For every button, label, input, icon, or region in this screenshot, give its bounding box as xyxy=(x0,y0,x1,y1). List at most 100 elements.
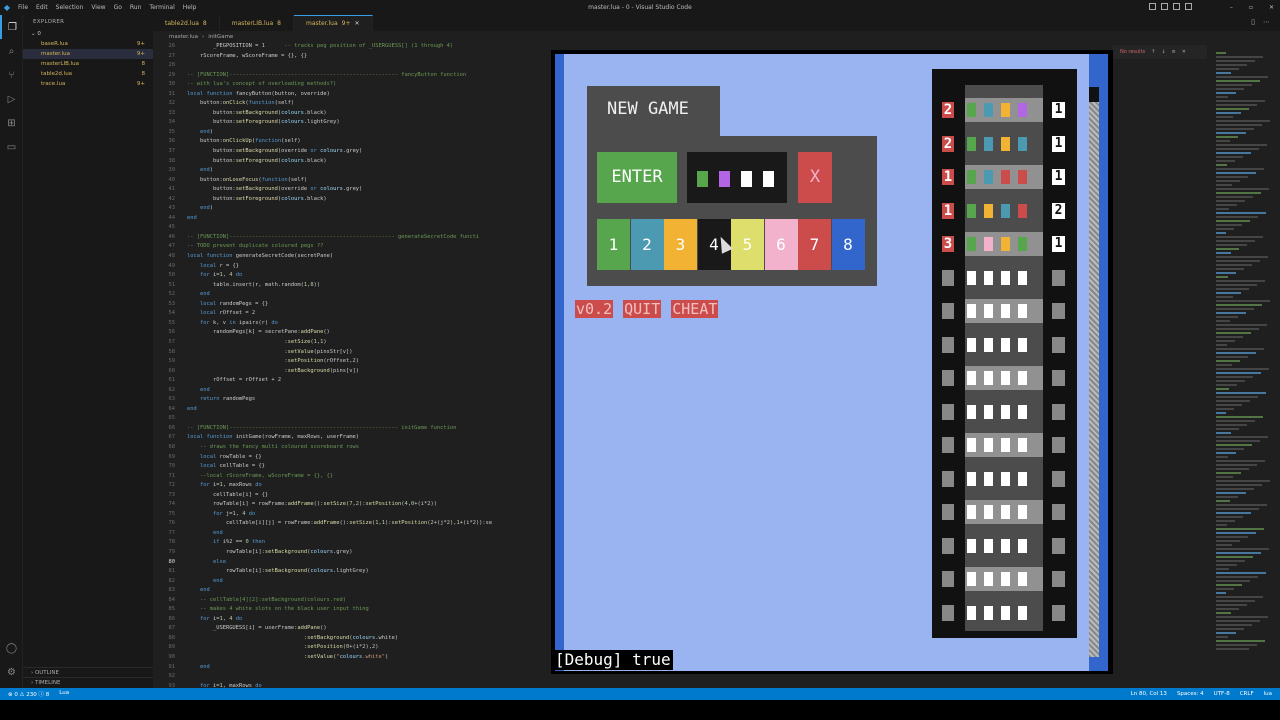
next-match-icon[interactable]: ↓ xyxy=(1161,49,1165,55)
guess-slot[interactable] xyxy=(719,171,730,187)
timeline-section[interactable]: › TIMELINE xyxy=(23,677,153,688)
color-button-1[interactable]: 1 xyxy=(597,219,630,270)
maximize-icon[interactable]: ▫ xyxy=(1249,4,1253,11)
status-right-item[interactable]: UTF-8 xyxy=(1214,691,1230,697)
more-actions-icon[interactable]: ⋯ xyxy=(1263,18,1270,26)
clear-button[interactable]: X xyxy=(798,152,832,203)
peg xyxy=(967,471,976,486)
board-row: 21 xyxy=(932,98,1077,122)
status-left-item[interactable]: Lua xyxy=(59,690,69,698)
workspace-folder[interactable]: ⌄ 0 xyxy=(23,29,153,39)
find-in-selection-icon[interactable]: ≡ xyxy=(1172,49,1176,55)
source-control-icon[interactable]: ⑂ xyxy=(0,63,23,87)
code-line: 51 table.insert(r, math.random(1,8)) xyxy=(153,281,492,291)
cheat-button[interactable]: CHEAT xyxy=(671,300,719,318)
remote-icon[interactable]: ▭ xyxy=(0,135,23,159)
status-right-item[interactable]: CRLF xyxy=(1240,691,1254,697)
toggle-secondary-sidebar-icon[interactable] xyxy=(1173,3,1180,10)
breadcrumb: master.lua › initGame xyxy=(153,31,1280,42)
menu-item-file[interactable]: File xyxy=(18,4,28,11)
close-find-icon[interactable]: ✕ xyxy=(1182,49,1186,55)
line-text: _PEGPOSITION = 1 -- tracks peg position … xyxy=(187,43,454,49)
line-text: rowTable[i] = rowFrame:addFrame():setSiz… xyxy=(187,501,437,508)
settings-icon[interactable]: ⚙ xyxy=(0,660,23,684)
run-debug-icon[interactable]: ▷ xyxy=(0,87,23,111)
position-score: 1 xyxy=(1052,102,1065,118)
status-right-item[interactable]: lua xyxy=(1264,691,1272,697)
toggle-panel-icon[interactable] xyxy=(1161,3,1168,10)
line-text: end xyxy=(199,663,210,670)
minimap[interactable] xyxy=(1216,52,1276,682)
line-text: :setSize(1,1) xyxy=(187,338,327,345)
enter-button[interactable]: ENTER xyxy=(597,152,677,203)
line-number: 59 xyxy=(168,358,176,365)
file-item[interactable]: masterLIB.lua 8 xyxy=(23,59,153,69)
file-name: master.lua xyxy=(41,51,71,57)
line-text: button:onClickUp(function(self) xyxy=(187,138,301,145)
scrollbar-handle[interactable] xyxy=(1089,87,1099,102)
line-text: -- [FUNCTION]---------------------------… xyxy=(187,424,457,431)
position-score xyxy=(1052,470,1065,487)
status-right-item[interactable]: Ln 80, Col 13 xyxy=(1131,691,1167,697)
peg xyxy=(967,304,976,318)
color-button-7[interactable]: 7 xyxy=(798,219,831,270)
line-number: 92 xyxy=(168,673,176,680)
quit-button[interactable]: QUIT xyxy=(623,300,662,318)
menu-item-selection[interactable]: Selection xyxy=(56,4,84,11)
guess-slot[interactable] xyxy=(741,171,752,187)
code-line: 31 local function fancyButton(button, ove… xyxy=(153,90,492,100)
code-line: 88 :setBackground(colours.white) xyxy=(153,634,492,644)
file-item[interactable]: table2d.lua 8 xyxy=(23,69,153,79)
account-icon[interactable]: ◯ xyxy=(0,636,23,660)
status-left-item[interactable]: ⊗ 0 ⚠ 230 ⓘ 8 xyxy=(8,690,49,698)
tab-table2d-lua[interactable]: table2d.lua 8 xyxy=(153,15,220,31)
menu-item-run[interactable]: Run xyxy=(130,4,142,11)
new-game-button[interactable]: NEW GAME xyxy=(587,86,720,136)
guess-slot[interactable] xyxy=(697,171,708,187)
correct-count xyxy=(942,437,954,453)
guess-slot[interactable] xyxy=(763,171,774,187)
files-icon[interactable]: ❐ xyxy=(0,15,23,39)
split-editor-icon[interactable]: ▯ xyxy=(1251,18,1255,26)
status-right-item[interactable]: Spaces: 4 xyxy=(1177,691,1204,697)
close-icon[interactable]: ✕ xyxy=(1269,4,1274,11)
toggle-sidebar-icon[interactable] xyxy=(1149,3,1156,10)
customize-layout-icon[interactable] xyxy=(1185,3,1192,10)
line-number: 80 xyxy=(168,558,176,565)
extensions-icon[interactable]: ⊞ xyxy=(0,111,23,135)
menu-item-go[interactable]: Go xyxy=(114,4,122,11)
minimize-icon[interactable]: – xyxy=(1230,4,1233,11)
color-button-2[interactable]: 2 xyxy=(630,219,664,270)
menu-item-view[interactable]: View xyxy=(91,4,105,11)
peg xyxy=(1001,337,1010,352)
color-button-8[interactable]: 8 xyxy=(831,219,865,270)
search-icon[interactable]: ⌕ xyxy=(0,39,23,63)
color-button-3[interactable]: 3 xyxy=(664,219,697,270)
code-line: 72 for i=1, maxRows do xyxy=(153,481,492,491)
file-item[interactable]: trace.lua 9+ xyxy=(23,79,153,89)
color-button-6[interactable]: 6 xyxy=(764,219,798,270)
tab-masterLIB-lua[interactable]: masterLIB.lua 8 xyxy=(220,15,294,31)
menu-item-edit[interactable]: Edit xyxy=(36,4,48,11)
line-text: for i=1, 4 do xyxy=(199,615,243,622)
breadcrumb-symbol[interactable]: initGame xyxy=(208,34,233,40)
previous-match-icon[interactable]: ↑ xyxy=(1151,49,1155,55)
game-scrollbar[interactable] xyxy=(1089,87,1099,657)
breadcrumb-file[interactable]: master.lua xyxy=(169,34,198,40)
tab-master-lua[interactable]: master.lua 9+ ✕ xyxy=(294,15,373,31)
line-text: local cellTable = {} xyxy=(199,463,265,470)
editor-actions: ▯ ⋯ xyxy=(1251,18,1270,26)
line-number: 35 xyxy=(168,128,176,135)
file-item[interactable]: baseR.lua 9+ xyxy=(23,39,153,49)
line-number: 73 xyxy=(168,491,176,498)
code-line: 42 button:setForeground(colours.black) xyxy=(153,195,492,205)
menu-item-help[interactable]: Help xyxy=(183,4,197,11)
code-line: 57 :setSize(1,1) xyxy=(153,338,492,348)
close-tab-icon[interactable]: ✕ xyxy=(355,20,360,27)
line-number: 89 xyxy=(168,644,176,651)
file-item[interactable]: master.lua 9+ xyxy=(23,49,153,59)
menu-item-terminal[interactable]: Terminal xyxy=(149,4,174,11)
position-score xyxy=(1052,537,1065,554)
line-number: 85 xyxy=(168,606,176,613)
color-button-5[interactable]: 5 xyxy=(731,219,764,270)
